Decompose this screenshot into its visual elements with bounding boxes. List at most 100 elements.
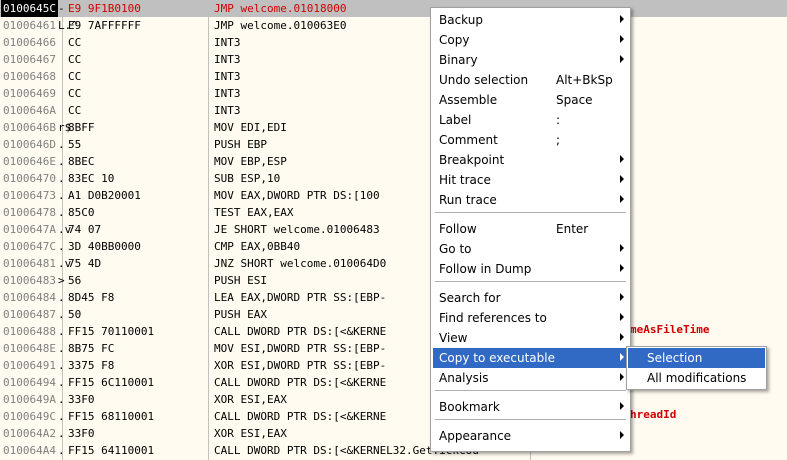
row-mark: - <box>58 2 65 15</box>
menu-item-appearance[interactable]: Appearance <box>433 426 628 446</box>
row-hex: 8BFF <box>68 121 95 134</box>
row-mark: . <box>58 189 65 202</box>
row-asm: INT3 <box>214 87 241 100</box>
menu-item-view[interactable]: View <box>433 328 628 348</box>
row-hex: 75 4D <box>68 257 102 270</box>
menu-item-shortcut: Enter <box>556 222 589 236</box>
disasm-row[interactable]: 0100647C. 3D 40BB0000 CMP EAX,0BB40 <box>0 238 787 255</box>
menu-item-binary[interactable]: Binary <box>433 50 628 70</box>
disasm-row[interactable]: 0100647A .v 74 07 JE SHORT welcome.01006483 <box>0 221 787 238</box>
row-addr: 01006494 <box>3 376 56 389</box>
submenu-arrow-icon <box>620 353 624 361</box>
disasm-row[interactable]: 0100645C - E9 9F1B0100 JMP welcome.01018000 <box>0 0 787 17</box>
row-asm: PUSH ESI <box>214 274 267 287</box>
menu-item-shortcut: ; <box>556 133 561 147</box>
row-mark: . <box>58 206 65 219</box>
disasm-row[interactable]: 01006478. 85C0 TEST EAX,EAX <box>0 204 787 221</box>
row-hex: A1 D0B20001 <box>68 189 141 202</box>
row-addr: 01006483 <box>3 274 56 287</box>
row-asm: JNZ SHORT welcome.010064D0 <box>214 257 387 270</box>
submenu-arrow-icon <box>620 155 624 163</box>
menu-item-comment[interactable]: Comment; <box>433 130 628 150</box>
row-addr: 01006491 <box>3 359 56 372</box>
menu-item-label: Breakpoint <box>439 153 505 167</box>
disasm-row[interactable]: 01006483 >56 PUSH ESI <box>0 272 787 289</box>
menu-item-bookmark[interactable]: Bookmark <box>433 397 628 417</box>
row-asm: CALL DWORD PTR DS:[<&KERNE <box>214 376 387 389</box>
disasm-row[interactable]: 01006461 L.^ E9 7AFFFFFF JMP welcome.010063… <box>0 17 787 34</box>
disasm-row[interactable]: 0100646D. 55 PUSH EBP <box>0 136 787 153</box>
menu-item-follow-in-dump[interactable]: Follow in Dump <box>433 259 628 279</box>
row-addr: 01006469 <box>3 87 56 100</box>
row-asm: PUSH EBP <box>214 138 267 151</box>
row-asm: PUSH EAX <box>214 308 267 321</box>
disassembly-pane[interactable]: 0100645C - E9 9F1B0100 JMP welcome.01018000… <box>0 0 787 460</box>
menu-item-label: Bookmark <box>439 400 500 414</box>
menu-item-find-references-to[interactable]: Find references to <box>433 308 628 328</box>
disasm-row[interactable]: 01006468 CC INT3 <box>0 68 787 85</box>
menu-item-copy[interactable]: Copy <box>433 30 628 50</box>
row-addr: 01006473 <box>3 189 56 202</box>
row-addr: 0100646D <box>3 138 56 151</box>
menu-item-label[interactable]: Label: <box>433 110 628 130</box>
menu-item-shortcut: : <box>556 113 561 127</box>
disasm-row[interactable]: 01006470. 83EC 10 SUB ESP,10 <box>0 170 787 187</box>
menu-item-undo-selection[interactable]: Undo selection Alt+BkSp <box>433 70 628 90</box>
disasm-row[interactable]: 010064A2. 33F0 XOR ESI,EAX <box>0 425 787 442</box>
disasm-row[interactable]: 0100646A CC INT3 <box>0 102 787 119</box>
disasm-row[interactable]: 01006467 CC INT3 <box>0 51 787 68</box>
menu-item-run-trace[interactable]: Run trace <box>433 190 628 210</box>
menu-item-copy-to-executable[interactable]: Copy to executable <box>433 348 628 368</box>
menu-item-label: Follow <box>439 222 477 236</box>
disasm-row[interactable]: 01006469 CC INT3 <box>0 85 787 102</box>
row-addr: 010064A2 <box>3 427 56 440</box>
row-addr: 0100646E <box>3 155 56 168</box>
row-addr: 0100648E <box>3 342 56 355</box>
disasm-row[interactable]: 01006473. A1 D0B20001 MOV EAX,DWORD PTR DS… <box>0 187 787 204</box>
submenu-arrow-icon <box>620 195 624 203</box>
menu-item-label: Follow in Dump <box>439 262 532 276</box>
disasm-row[interactable]: 01006487. 50 PUSH EAX <box>0 306 787 323</box>
row-asm: INT3 <box>214 36 241 49</box>
row-addr: 01006481 <box>3 257 56 270</box>
row-addr: 01006468 <box>3 70 56 83</box>
row-asm: JMP welcome.010063E0 <box>214 19 347 32</box>
row-asm: INT3 <box>214 104 241 117</box>
disasm-row[interactable]: 0100646E. 8BEC MOV EBP,ESP <box>0 153 787 170</box>
submenu-arrow-icon <box>620 313 624 321</box>
row-mark: . <box>58 291 65 304</box>
row-hex: FF15 70110001 <box>68 325 155 338</box>
row-hex: 74 07 <box>68 223 102 236</box>
row-hex: FF15 68110001 <box>68 410 155 423</box>
row-asm: MOV ESI,DWORD PTR SS:[EBP- <box>214 342 387 355</box>
disasm-row[interactable]: 0100649A. 33F0 XOR ESI,EAX <box>0 391 787 408</box>
row-hex: 3375 F8 <box>68 359 115 372</box>
row-addr: 0100647A <box>3 223 56 236</box>
row-addr: 01006488 <box>3 325 56 338</box>
menu-item-analysis[interactable]: Analysis <box>433 368 628 388</box>
disasm-row[interactable]: 01006481 .v 75 4D JNZ SHORT welcome.010064D… <box>0 255 787 272</box>
disasm-row[interactable]: 010064A4. FF15 64110001 CALL DWORD PTR DS:… <box>0 442 787 459</box>
row-mark: . <box>58 325 65 338</box>
menu-item-hit-trace[interactable]: Hit trace <box>433 170 628 190</box>
copy-to-executable-submenu: Selection All modifications <box>626 346 767 390</box>
row-hex: CC <box>68 70 82 83</box>
submenu-item-all-modifications[interactable]: All modifications <box>628 368 765 388</box>
disasm-row[interactable]: 0100646B r$ 8BFF MOV EDI,EDI <box>0 119 787 136</box>
row-addr: 0100649C <box>3 410 56 423</box>
menu-item-search-for[interactable]: Search for <box>433 288 628 308</box>
row-mark: > <box>58 274 65 287</box>
row-mark: . <box>58 172 65 185</box>
menu-item-go-to[interactable]: Go to <box>433 239 628 259</box>
menu-separator <box>435 419 626 420</box>
row-asm: XOR ESI,EAX <box>214 427 287 440</box>
menu-item-backup[interactable]: Backup <box>433 10 628 30</box>
menu-item-label: Search for <box>439 291 501 305</box>
menu-item-follow[interactable]: Follow Enter <box>433 219 628 239</box>
menu-item-breakpoint[interactable]: Breakpoint <box>433 150 628 170</box>
disasm-row[interactable]: 01006466 CC INT3 <box>0 34 787 51</box>
menu-item-assemble[interactable]: Assemble Space <box>433 90 628 110</box>
disasm-row[interactable]: 01006484. 8D45 F8 LEA EAX,DWORD PTR SS:[EB… <box>0 289 787 306</box>
menu-item-label: Label <box>439 113 472 127</box>
submenu-item-selection[interactable]: Selection <box>628 348 765 368</box>
